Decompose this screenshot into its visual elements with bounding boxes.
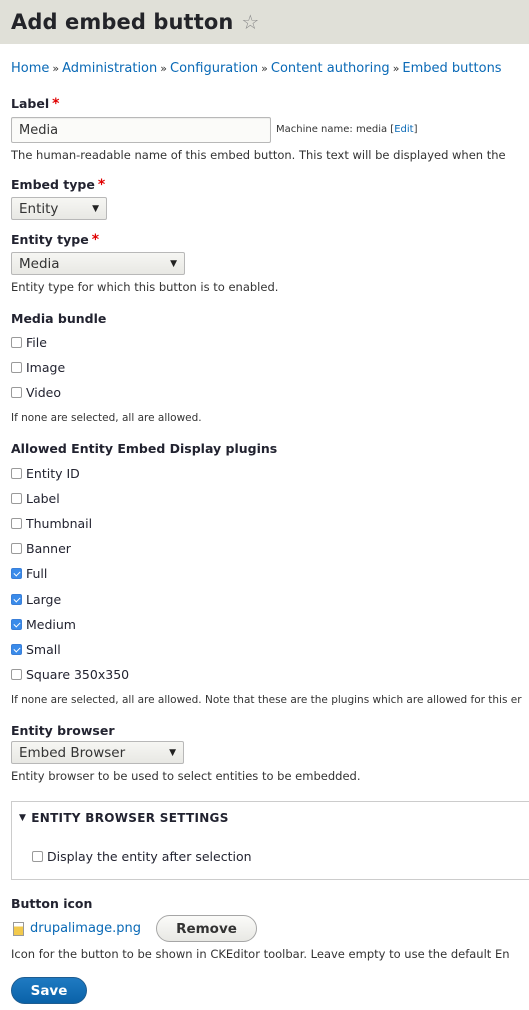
required-marker: * — [97, 177, 106, 193]
breadcrumb-separator: » — [392, 62, 400, 75]
required-marker: * — [91, 232, 100, 248]
file-item: drupalimage.png — [13, 921, 141, 936]
media-bundle-option-image[interactable]: Image — [11, 360, 65, 375]
option-label: Medium — [26, 617, 76, 632]
display-plugin-option[interactable]: Entity ID — [11, 466, 80, 481]
embed-type-label-text: Embed type — [11, 177, 95, 192]
entity-type-label-text: Entity type — [11, 232, 89, 247]
checkbox-checked[interactable] — [11, 619, 22, 630]
checkbox[interactable] — [11, 669, 22, 680]
option-label: Large — [26, 592, 62, 607]
display-plugins-description: If none are selected, all are allowed. N… — [11, 694, 522, 706]
breadcrumb-separator: » — [160, 62, 167, 75]
label-description: The human-readable name of this embed bu… — [11, 148, 506, 162]
embed-type-select[interactable]: Entity ▼ — [11, 197, 107, 220]
button-icon-description: Icon for the button to be shown in CKEdi… — [11, 947, 510, 961]
remove-button[interactable]: Remove — [156, 915, 257, 942]
entity-browser-settings-summary[interactable]: ▼ ENTITY BROWSER SETTINGS — [19, 811, 229, 825]
star-outline-icon[interactable]: ☆ — [241, 12, 259, 32]
entity-type-value: Media — [19, 255, 60, 272]
checkbox-checked[interactable] — [11, 644, 22, 655]
triangle-down-icon: ▼ — [19, 813, 27, 823]
machine-name-edit-link[interactable]: Edit — [394, 124, 413, 135]
entity-type-description: Entity type for which this button is to … — [11, 280, 279, 294]
save-button[interactable]: Save — [11, 977, 87, 1004]
chevron-down-icon: ▼ — [170, 258, 177, 269]
option-label: Banner — [26, 541, 71, 556]
option-label: Label — [26, 491, 60, 506]
label-field-label: Label * — [11, 96, 59, 112]
option-label: Image — [26, 360, 66, 375]
option-label: Small — [26, 642, 61, 657]
media-bundle-description: If none are selected, all are allowed. — [11, 412, 202, 424]
display-plugin-option[interactable]: Square 350x350 — [11, 667, 129, 682]
entity-browser-settings-panel: ▼ ENTITY BROWSER SETTINGS Display the en… — [11, 801, 529, 880]
chevron-down-icon: ▼ — [92, 203, 99, 214]
embed-type-label: Embed type * — [11, 177, 105, 193]
display-plugin-option[interactable]: Small — [11, 642, 61, 657]
display-plugin-option[interactable]: Thumbnail — [11, 516, 92, 531]
breadcrumb-home[interactable]: Home — [11, 61, 49, 76]
file-link[interactable]: drupalimage.png — [30, 921, 141, 936]
label-input[interactable] — [11, 117, 271, 143]
embed-type-value: Entity — [19, 200, 59, 217]
display-plugin-option[interactable]: Banner — [11, 541, 71, 556]
media-bundle-option-video[interactable]: Video — [11, 385, 61, 400]
button-icon-label: Button icon — [11, 896, 93, 911]
checkbox-checked[interactable] — [11, 594, 22, 605]
image-file-icon — [13, 921, 24, 936]
display-plugin-option[interactable]: Large — [11, 592, 61, 607]
option-label: Display the entity after selection — [47, 849, 252, 864]
checkbox[interactable] — [11, 337, 22, 348]
display-plugin-option[interactable]: Label — [11, 491, 60, 506]
entity-browser-select[interactable]: Embed Browser ▼ — [11, 741, 184, 764]
option-label: Video — [26, 385, 62, 400]
breadcrumb-separator: » — [52, 62, 60, 75]
entity-browser-value: Embed Browser — [19, 744, 126, 761]
option-label: Entity ID — [26, 466, 80, 481]
display-entity-after-selection-option[interactable]: Display the entity after selection — [32, 849, 252, 864]
entity-browser-description: Entity browser to be used to select enti… — [11, 769, 361, 783]
checkbox[interactable] — [11, 468, 22, 479]
checkbox-checked[interactable] — [11, 568, 22, 579]
entity-type-select[interactable]: Media ▼ — [11, 252, 185, 275]
chevron-down-icon: ▼ — [169, 747, 176, 758]
breadcrumb-administration[interactable]: Administration — [62, 61, 157, 76]
display-plugins-label: Allowed Entity Embed Display plugins — [11, 441, 278, 456]
checkbox[interactable] — [11, 387, 22, 398]
media-bundle-label: Media bundle — [11, 311, 107, 326]
option-label: Full — [26, 566, 48, 581]
entity-type-label: Entity type * — [11, 232, 99, 248]
checkbox[interactable] — [32, 851, 43, 862]
display-plugin-option[interactable]: Full — [11, 566, 47, 581]
label-text: Label — [11, 96, 50, 111]
checkbox[interactable] — [11, 362, 22, 373]
checkbox[interactable] — [11, 518, 22, 529]
media-bundle-option-file[interactable]: File — [11, 335, 47, 350]
display-plugin-option[interactable]: Medium — [11, 617, 76, 632]
breadcrumb-content-authoring[interactable]: Content authoring — [271, 61, 390, 76]
breadcrumb-embed-buttons[interactable]: Embed buttons — [402, 61, 501, 76]
checkbox[interactable] — [11, 543, 22, 554]
option-label: Square 350x350 — [26, 667, 130, 682]
option-label: Thumbnail — [26, 516, 93, 531]
checkbox[interactable] — [11, 493, 22, 504]
page-title: Add embed button — [11, 10, 234, 34]
breadcrumb: Home» Administration» Configuration» Conten… — [11, 61, 502, 76]
machine-name: Machine name: media [Edit] — [276, 124, 418, 135]
page-header: Add embed button ☆ — [0, 0, 529, 44]
breadcrumb-configuration[interactable]: Configuration — [170, 61, 258, 76]
entity-browser-label: Entity browser — [11, 723, 115, 738]
summary-text: ENTITY BROWSER SETTINGS — [31, 811, 229, 825]
option-label: File — [26, 335, 47, 350]
required-marker: * — [52, 96, 60, 112]
breadcrumb-separator: » — [261, 62, 268, 75]
machine-name-text: Machine name: media — [276, 124, 388, 135]
